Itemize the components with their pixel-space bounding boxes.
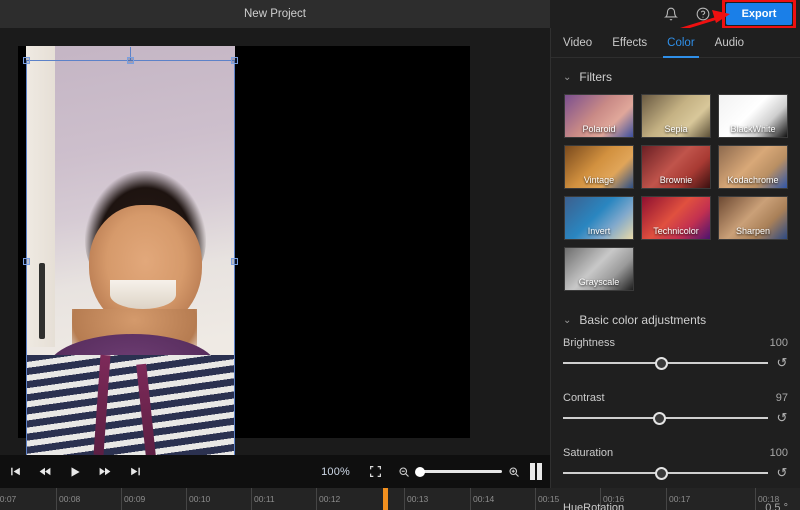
page-title: New Project	[244, 8, 306, 20]
properties-panel: Video Effects Color Audio ⌄ Filters Polaroi…	[550, 28, 800, 510]
filter-brownie[interactable]: Brownie	[641, 145, 711, 189]
zoom-slider[interactable]	[415, 466, 502, 477]
header-actions: Export	[550, 0, 800, 29]
filter-polaroid[interactable]: Polaroid	[564, 94, 634, 138]
ruler-tick: 00:08	[56, 488, 80, 510]
rewind-button[interactable]	[30, 455, 60, 488]
adjustment-header: HueRotation 0.5 °	[563, 502, 788, 510]
adjustment-header: Brightness 100	[563, 337, 788, 355]
adjustments-section-title: Basic color adjustments	[579, 313, 707, 327]
volume-bars-icon[interactable]	[530, 463, 542, 480]
filters-grid: Polaroid Sepia BlackWhite Vintage Brownie Kod…	[551, 92, 800, 291]
adjustment-slider-row: ↺	[563, 410, 788, 426]
chevron-down-icon[interactable]: ⌄	[563, 72, 571, 83]
video-editor-window: New Project Export 100% 0:07 00:08 00:09…	[0, 0, 800, 510]
filter-label: Brownie	[659, 175, 693, 185]
skip-start-button[interactable]	[0, 455, 30, 488]
adjustment-value: 0.5 °	[765, 502, 788, 510]
adjustment-slider-row: ↺	[563, 465, 788, 481]
ruler-tick: 00:10	[186, 488, 210, 510]
reset-arrow-icon[interactable]: ↺	[776, 465, 788, 481]
timeline-playhead[interactable]	[383, 488, 388, 510]
adjustment-header: Saturation 100	[563, 447, 788, 465]
filters-section-header[interactable]: ⌄ Filters	[551, 58, 800, 92]
tab-color[interactable]: Color	[663, 28, 700, 58]
filter-label: Polaroid	[582, 124, 616, 134]
playback-toolbar: 100%	[0, 455, 550, 488]
tab-effects[interactable]: Effects	[612, 28, 647, 58]
adjustment-label: HueRotation	[563, 502, 625, 510]
adjustment-value: 100	[769, 337, 788, 349]
ruler-tick: 00:09	[121, 488, 145, 510]
filter-vintage[interactable]: Vintage	[564, 145, 634, 189]
adjustment-row-saturation: Saturation 100 ↺	[551, 447, 800, 502]
fit-to-screen-icon[interactable]	[364, 455, 386, 488]
adjustment-slider[interactable]	[563, 466, 768, 480]
adjustment-slider-row: ↺	[563, 355, 788, 371]
ruler-tick: 00:12	[316, 488, 340, 510]
adjustment-slider-knob[interactable]	[652, 411, 666, 425]
filter-label: BlackWhite	[730, 124, 776, 134]
adjustment-label: Saturation	[563, 447, 614, 459]
adjustment-value: 100	[769, 447, 788, 459]
fast-forward-button[interactable]	[90, 455, 120, 488]
export-button[interactable]: Export	[726, 3, 792, 25]
adjustment-slider-knob[interactable]	[654, 466, 668, 480]
tab-video[interactable]: Video	[563, 28, 592, 58]
video-preview-area[interactable]	[0, 28, 550, 467]
reset-arrow-icon[interactable]: ↺	[776, 355, 788, 371]
ruler-tick: 00:13	[404, 488, 428, 510]
adjustment-row-brightness: Brightness 100 ↺	[551, 337, 800, 392]
zoom-in-icon[interactable]	[508, 466, 520, 478]
reset-arrow-icon[interactable]: ↺	[776, 410, 788, 426]
tab-audio[interactable]: Audio	[715, 28, 744, 58]
adjustment-row-contrast: Contrast 97 ↺	[551, 392, 800, 447]
filter-technicolor[interactable]: Technicolor	[641, 196, 711, 240]
adjustment-label: Brightness	[563, 337, 615, 349]
video-frame	[26, 46, 235, 464]
filter-sharpen[interactable]: Sharpen	[718, 196, 788, 240]
filter-label: Kodachrome	[727, 175, 779, 185]
adjustments-section-header[interactable]: ⌄ Basic color adjustments	[551, 291, 800, 337]
adjustment-slider[interactable]	[563, 411, 768, 425]
ruler-tick: 00:07	[0, 488, 16, 510]
ruler-tick: 00:14	[470, 488, 494, 510]
adjustment-header: Contrast 97	[563, 392, 788, 410]
filter-blackwhite[interactable]: BlackWhite	[718, 94, 788, 138]
ruler-tick: 00:11	[251, 488, 275, 510]
adjustment-label: Contrast	[563, 392, 605, 404]
zoom-level-label: 100%	[321, 465, 350, 478]
filters-section-title: Filters	[579, 70, 613, 84]
bell-icon[interactable]	[662, 5, 680, 23]
export-button-wrap: Export	[722, 0, 796, 29]
adjustments-list: Brightness 100 ↺ Contrast 97 ↺ Saturation 100 ↺ H…	[551, 337, 800, 510]
filter-label: Sepia	[664, 124, 688, 134]
title-bar: New Project Export	[0, 0, 800, 29]
filter-label: Sharpen	[735, 226, 771, 236]
filter-label: Invert	[587, 226, 611, 236]
zoom-out-icon[interactable]	[398, 466, 410, 478]
adjustment-slider[interactable]	[563, 356, 768, 370]
adjustment-value: 97	[775, 392, 788, 404]
adjustment-slider-knob[interactable]	[654, 356, 668, 370]
help-circle-icon[interactable]	[694, 5, 712, 23]
filter-label: Vintage	[583, 175, 615, 185]
chevron-down-icon[interactable]: ⌄	[563, 315, 571, 326]
filter-grayscale[interactable]: Grayscale	[564, 247, 634, 291]
filter-sepia[interactable]: Sepia	[641, 94, 711, 138]
adjustment-row-huerotation: HueRotation 0.5 °	[551, 502, 800, 510]
skip-end-button[interactable]	[120, 455, 150, 488]
filter-label: Grayscale	[578, 277, 620, 287]
filter-label: Technicolor	[653, 226, 699, 236]
filter-kodachrome[interactable]: Kodachrome	[718, 145, 788, 189]
panel-tabs: Video Effects Color Audio	[551, 28, 800, 58]
zoom-slider-knob[interactable]	[415, 466, 426, 477]
zoom-slider-group	[398, 466, 520, 478]
filter-invert[interactable]: Invert	[564, 196, 634, 240]
play-button[interactable]	[60, 455, 90, 488]
